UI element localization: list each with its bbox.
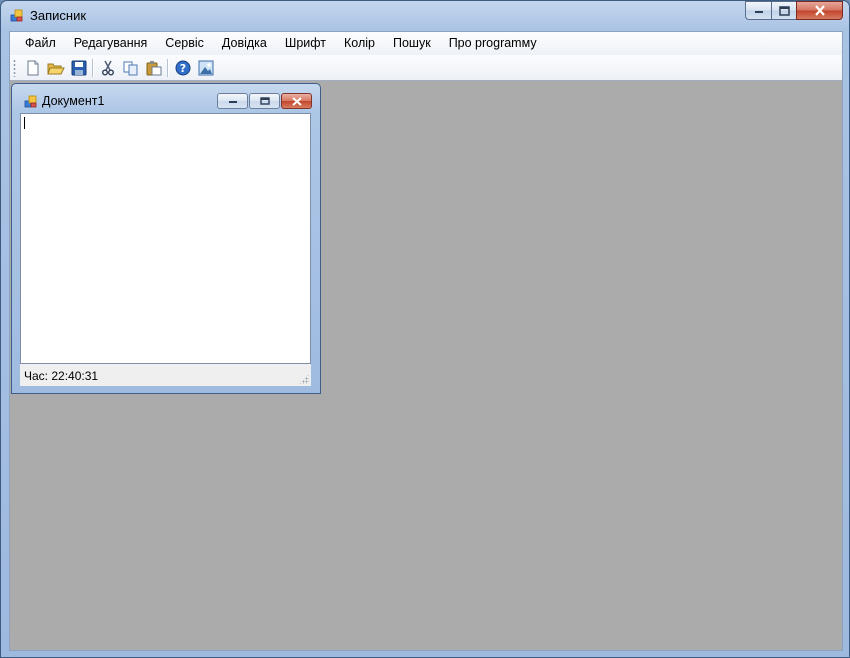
menu-edit[interactable]: Редагування [65,32,157,55]
title-bar[interactable]: Записник [1,1,849,31]
mdi-client-area: Файл Редагування Сервіс Довідка Шрифт Ко… [9,31,843,651]
close-icon [814,5,825,16]
text-caret [24,117,25,129]
save-icon [71,60,86,75]
menu-font[interactable]: Шрифт [276,32,335,55]
help-button[interactable]: ? [171,57,194,79]
app-icon [10,9,24,23]
help-icon: ? [175,60,190,75]
document-app-icon [24,95,38,109]
time-status: Час: 22:40:31 [24,369,99,383]
cut-icon [101,60,114,75]
cut-button[interactable] [96,57,119,79]
toolbar-grip[interactable] [13,58,16,77]
save-button[interactable] [67,57,90,79]
document-window[interactable]: Документ1 Час: 22:40:31 [11,83,321,394]
menu-about[interactable]: Про programму [440,32,546,55]
text-editor[interactable] [20,113,311,364]
paste-button[interactable] [142,57,165,79]
minimize-icon [754,10,763,13]
status-bar: Час: 22:40:31 [20,364,311,386]
window-title: Записник [30,8,87,23]
image-icon [198,60,213,75]
open-button[interactable] [44,57,67,79]
toolbar-separator [92,58,94,77]
toolbar-separator [167,58,169,77]
document-caption-buttons [216,93,312,109]
close-icon [291,96,302,106]
close-button[interactable] [796,1,843,20]
open-folder-icon [46,63,65,74]
main-window: Записник Файл Редагування Сервіс Довідка… [0,0,850,658]
document-title: Документ1 [42,94,105,108]
new-document-icon [27,60,38,75]
minimize-icon [228,100,237,103]
copy-button[interactable] [119,57,142,79]
restore-icon [259,97,270,105]
image-button[interactable] [194,57,217,79]
toolbar: ? [10,55,842,81]
menu-help[interactable]: Довідка [213,32,276,55]
menu-service[interactable]: Сервіс [156,32,213,55]
document-minimize-button[interactable] [217,93,248,109]
menu-color[interactable]: Колір [335,32,384,55]
resize-grip[interactable] [299,374,309,384]
paste-icon [146,60,161,75]
menu-search[interactable]: Пошук [384,32,440,55]
menu-bar: Файл Редагування Сервіс Довідка Шрифт Ко… [10,32,842,55]
document-restore-button[interactable] [249,93,280,109]
copy-icon [123,61,137,75]
menu-file[interactable]: Файл [16,32,65,55]
caption-buttons [745,1,843,21]
maximize-icon [778,5,790,16]
maximize-button[interactable] [771,1,796,20]
minimize-button[interactable] [745,1,771,20]
svg-text:?: ? [179,62,185,75]
document-close-button[interactable] [281,93,312,109]
new-button[interactable] [21,57,44,79]
